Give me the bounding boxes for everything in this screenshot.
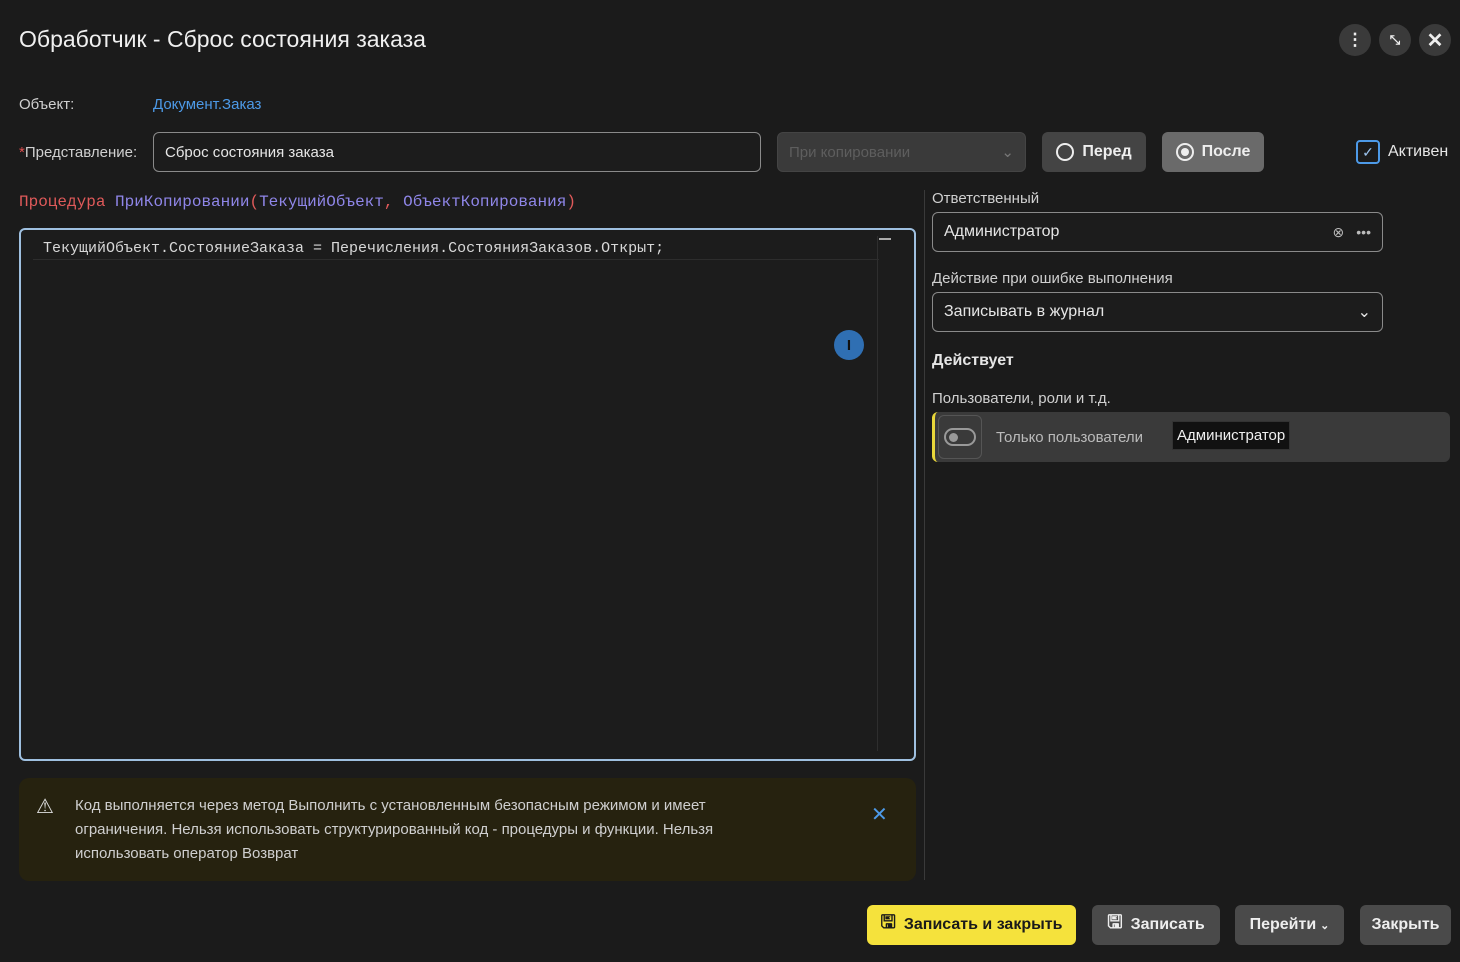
chevron-down-icon: ⌄ — [1320, 919, 1330, 932]
presentation-input[interactable]: Сброс состояния заказа — [153, 132, 761, 172]
toggle-off-icon — [944, 428, 976, 446]
procedure-signature: Процедура ПриКопировании(ТекущийОбъект, … — [19, 193, 576, 211]
only-users-label: Только пользователи — [996, 429, 1144, 446]
code-paren: ) — [566, 193, 576, 211]
code-comma: , — [383, 193, 394, 211]
goto-button[interactable]: Перейти ⌄ — [1235, 905, 1344, 945]
clear-icon[interactable]: ⊗ — [1333, 224, 1345, 241]
editor-scrollbar[interactable] — [877, 236, 891, 751]
responsible-value: Администратор — [944, 223, 1060, 240]
close-label: Закрыть — [1371, 916, 1440, 933]
close-warning-icon[interactable]: ✕ — [871, 802, 888, 827]
error-action-select[interactable]: Записывать в журнал ⌄ — [932, 292, 1383, 332]
more-icon[interactable]: ••• — [1356, 224, 1371, 241]
warning-icon: ⚠ — [36, 796, 54, 818]
timing-after-label: После — [1201, 143, 1251, 160]
presentation-value: Сброс состояния заказа — [165, 143, 334, 161]
code-proc-name: ПриКопировании — [115, 193, 250, 211]
timing-before-radio[interactable]: Перед — [1042, 132, 1146, 172]
more-menu-button[interactable]: ⋮ — [1339, 24, 1371, 56]
close-button[interactable]: Закрыть — [1360, 905, 1451, 945]
close-window-button[interactable]: ✕ — [1419, 24, 1451, 56]
presentation-label: *Представление: — [19, 144, 137, 161]
divider — [924, 190, 925, 880]
close-icon: ✕ — [1426, 29, 1444, 52]
applies-row: Только пользователи Администратор — [932, 412, 1450, 462]
save-icon: 🖫 — [880, 912, 896, 932]
applies-heading: Действует — [932, 352, 1014, 369]
code-paren: ( — [249, 193, 260, 211]
kebab-icon: ⋮ — [1346, 30, 1364, 49]
object-label: Объект: — [19, 96, 75, 113]
error-action-value: Записывать в журнал — [944, 303, 1105, 320]
save-label: Записать — [1130, 916, 1205, 933]
active-label: Активен — [1388, 143, 1449, 160]
applies-label: Пользователи, роли и т.д. — [932, 390, 1111, 407]
collapse-icon: ⤡ — [1389, 32, 1401, 47]
warning-banner: ⚠ Код выполняется через метод Выполнить … — [19, 778, 916, 881]
presentation-label-text: Представление: — [24, 144, 138, 161]
goto-label: Перейти — [1249, 916, 1317, 933]
code-keyword: Процедура — [19, 193, 106, 211]
window-title: Обработчик - Сброс состояния заказа — [19, 26, 426, 52]
code-param: ТекущийОбъект — [259, 193, 384, 211]
active-checkbox[interactable]: ✓ Активен — [1356, 140, 1448, 164]
object-link[interactable]: Документ.Заказ — [153, 96, 261, 113]
chevron-down-icon: ⌄ — [1357, 304, 1371, 321]
warning-text: Код выполняется через метод Выполнить с … — [75, 797, 714, 862]
save-and-close-button[interactable]: 🖫 Записать и закрыть — [867, 905, 1076, 945]
event-select-placeholder: При копировании — [789, 143, 911, 161]
checkbox-checked-icon: ✓ — [1356, 140, 1380, 164]
save-icon: 🖫 — [1107, 912, 1123, 932]
timing-before-label: Перед — [1082, 143, 1132, 160]
code-line: ТекущийОбъект.СостояниеЗаказа = Перечисл… — [43, 240, 665, 257]
event-select[interactable]: При копировании ⌄ — [777, 132, 1026, 172]
radio-selected-icon — [1175, 143, 1194, 161]
save-and-close-label: Записать и закрыть — [903, 916, 1063, 933]
collapse-button[interactable]: ⤡ — [1379, 24, 1411, 56]
responsible-label: Ответственный — [932, 190, 1040, 207]
error-action-label: Действие при ошибке выполнения — [932, 270, 1173, 287]
text-cursor-icon: I — [834, 330, 864, 360]
chevron-down-icon: ⌄ — [1001, 144, 1014, 161]
save-button[interactable]: 🖫 Записать — [1092, 905, 1220, 945]
only-users-toggle[interactable] — [938, 415, 982, 459]
code-editor[interactable]: ТекущийОбъект.СостояниеЗаказа = Перечисл… — [19, 228, 916, 761]
timing-after-radio[interactable]: После — [1162, 132, 1264, 172]
user-tag[interactable]: Администратор — [1172, 421, 1291, 450]
radio-empty-icon — [1056, 143, 1075, 161]
code-param: ОбъектКопирования — [403, 193, 567, 211]
responsible-input[interactable]: Администратор ⊗ ••• — [932, 212, 1383, 252]
